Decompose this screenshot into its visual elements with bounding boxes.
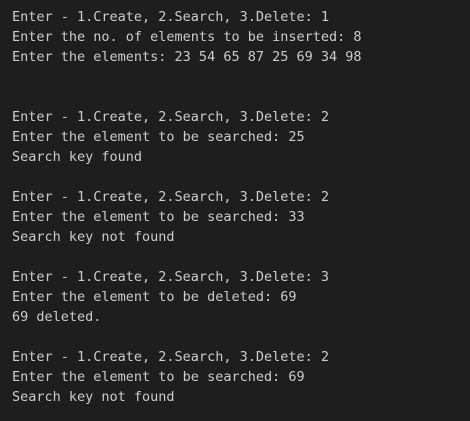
terminal-line: Enter - 1.Create, 2.Search, 3.Delete: 2 [12, 349, 329, 365]
terminal-line: 69 deleted. [12, 309, 102, 325]
terminal-line: Enter - 1.Create, 2.Search, 3.Delete: 3 [12, 269, 329, 285]
terminal-line: Search key not found [12, 229, 175, 245]
terminal-line: Enter - 1.Create, 2.Search, 3.Delete: 1 [12, 9, 329, 25]
terminal-line: Search key not found [12, 389, 175, 405]
terminal-output[interactable]: Enter - 1.Create, 2.Search, 3.Delete: 1 … [0, 0, 470, 421]
terminal-line: Enter - 1.Create, 2.Search, 3.Delete: 2 [12, 109, 329, 125]
terminal-line: Enter the element to be searched: 33 [12, 209, 305, 225]
terminal-line: Enter the element to be deleted: 69 [12, 289, 297, 305]
terminal-line: Search key found [12, 149, 143, 165]
terminal-line: Enter the no. of elements to be inserted… [12, 29, 362, 45]
terminal-line: Enter the element to be searched: 25 [12, 129, 305, 145]
terminal-line: Enter the element to be searched: 69 [12, 369, 305, 385]
terminal-line: Enter - 1.Create, 2.Search, 3.Delete: 2 [12, 189, 329, 205]
terminal-line: Enter the elements: 23 54 65 87 25 69 34… [12, 49, 362, 65]
